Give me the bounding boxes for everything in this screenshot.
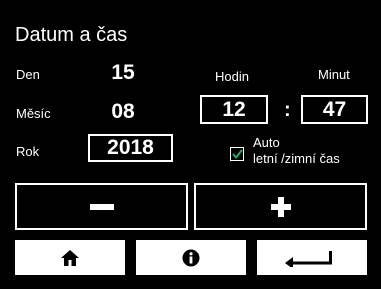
dst-checkbox[interactable] — [230, 147, 244, 161]
month-label: Měsíc — [16, 106, 51, 121]
hour-label: Hodin — [215, 69, 249, 84]
minute-label: Minut — [318, 67, 350, 82]
home-button[interactable] — [15, 240, 125, 275]
minute-field[interactable]: 47 — [301, 95, 368, 124]
dst-label-line2: letní /zimní čas — [253, 151, 340, 166]
minus-icon — [89, 203, 114, 210]
decrement-button[interactable] — [15, 183, 188, 230]
back-button[interactable] — [257, 240, 367, 275]
month-value[interactable]: 08 — [97, 100, 149, 124]
dst-label[interactable]: Auto letní /zimní čas — [253, 135, 340, 167]
day-label: Den — [16, 67, 40, 82]
increment-button[interactable] — [194, 183, 367, 230]
hour-field[interactable]: 12 — [200, 95, 268, 124]
year-field[interactable]: 2018 — [88, 134, 173, 162]
info-icon — [182, 249, 200, 266]
time-separator: : — [284, 99, 291, 121]
dst-label-line1: Auto — [253, 135, 280, 150]
back-icon — [285, 250, 332, 267]
checkmark-icon — [231, 149, 243, 159]
home-icon — [61, 249, 79, 266]
info-button[interactable] — [136, 240, 246, 275]
page-title: Datum a čas — [15, 24, 128, 46]
plus-icon — [270, 196, 291, 217]
year-label: Rok — [16, 144, 40, 159]
day-value[interactable]: 15 — [97, 61, 149, 85]
